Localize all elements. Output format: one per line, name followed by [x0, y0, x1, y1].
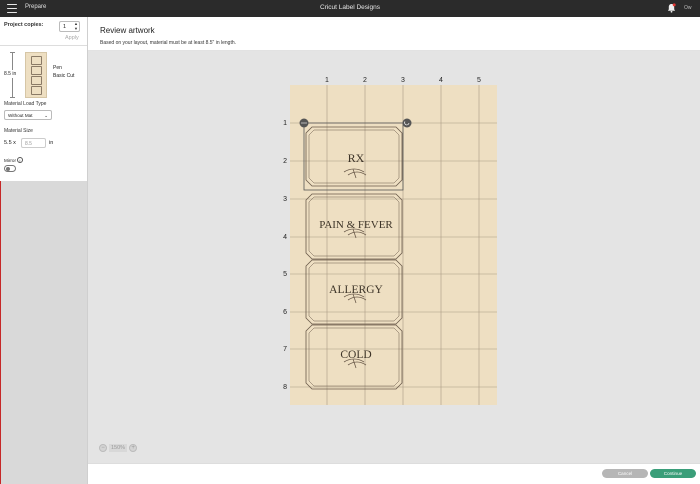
copies-stepper-icon[interactable]: ▲ ▼: [74, 21, 78, 31]
material-size-unit: in: [49, 140, 54, 146]
ruler-left-3: 3: [283, 196, 287, 203]
zoom-control: − 150% +: [99, 443, 138, 453]
material-height-input[interactable]: 8.5: [21, 138, 46, 148]
ruler-top-5: 5: [477, 77, 481, 84]
review-header: Review artwork Based on your layout, mat…: [88, 17, 700, 51]
ruler-top-1: 1: [325, 77, 329, 84]
zoom-level: 150%: [109, 444, 128, 452]
mat-length-label: 8.5 in: [4, 70, 17, 78]
panel-edge-accent: [0, 181, 1, 484]
tool-pen-label: Pen: [53, 65, 62, 71]
mirror-label: Mirror: [4, 158, 16, 163]
label-text-pain-fever: PAIN & FEVER: [319, 219, 393, 231]
material-load-type-select[interactable]: Without Mat ⌄: [4, 110, 52, 120]
more-options-icon[interactable]: [299, 118, 309, 128]
material-load-type-label: Material Load Type: [4, 101, 47, 107]
project-title: Cricut Label Designs: [320, 4, 380, 11]
tool-basic-cut-label: Basic Cut: [53, 73, 75, 79]
mirror-toggle[interactable]: [4, 165, 16, 172]
continue-button[interactable]: Continue: [650, 469, 696, 478]
thumb-label: [31, 86, 42, 95]
divider: [0, 45, 87, 46]
ruler-top-3: 3: [401, 77, 405, 84]
rotate-icon[interactable]: [402, 118, 412, 128]
project-copies-value: 1: [63, 24, 67, 30]
thumb-label: [31, 56, 42, 65]
ruler-left-4: 4: [283, 234, 287, 241]
thumb-label: [31, 76, 42, 85]
label-text-cold: COLD: [340, 349, 371, 361]
thumb-label: [31, 66, 42, 75]
user-menu[interactable]: Ow: [684, 5, 692, 11]
project-copies-input[interactable]: 1 ▲ ▼: [59, 21, 80, 32]
chevron-down-icon: ⌄: [44, 112, 48, 118]
material-size-label: Material Size: [4, 128, 33, 134]
ruler-top-2: 2: [363, 77, 367, 84]
info-icon[interactable]: i: [17, 157, 23, 163]
material-load-type-value: Without Mat: [8, 113, 33, 118]
ruler-left-1: 1: [283, 120, 287, 127]
mat-background: [290, 85, 497, 405]
material-width: 5.5 x: [4, 140, 16, 146]
preview-canvas: 1 2 3 4 5 1 2 3 4 5 6 7 8 RX PAIN & FEVE…: [88, 51, 700, 463]
app-top-bar: Prepare Cricut Label Designs Ow: [0, 0, 700, 17]
material-length-note: Based on your layout, material must be a…: [100, 40, 237, 46]
zoom-out-button[interactable]: −: [99, 444, 107, 452]
ruler-left-8: 8: [283, 384, 287, 391]
mat-preview[interactable]: 1 2 3 4 5 1 2 3 4 5 6 7 8 RX PAIN & FEVE…: [88, 51, 700, 463]
review-artwork-title: Review artwork: [100, 26, 155, 35]
ruler-left-6: 6: [283, 309, 287, 316]
cancel-button[interactable]: Cancel: [602, 469, 648, 478]
left-panel-empty-area: [0, 181, 87, 484]
ruler-left-2: 2: [283, 158, 287, 165]
bottom-action-bar: Cancel Continue: [88, 463, 700, 484]
zoom-in-button[interactable]: +: [129, 444, 138, 452]
ruler-left-7: 7: [283, 346, 287, 353]
label-text-allergy: ALLERGY: [329, 284, 383, 296]
left-panel: Project copies: 1 ▲ ▼ Apply 8.5 in Pen Ba…: [0, 17, 88, 484]
apply-button[interactable]: Apply: [65, 35, 79, 41]
ruler-top-4: 4: [439, 77, 443, 84]
bell-icon[interactable]: [667, 3, 676, 13]
mat-thumbnail[interactable]: [25, 52, 47, 98]
ruler-left-5: 5: [283, 271, 287, 278]
project-copies-label: Project copies:: [4, 22, 44, 28]
label-text-rx: RX: [348, 151, 365, 165]
